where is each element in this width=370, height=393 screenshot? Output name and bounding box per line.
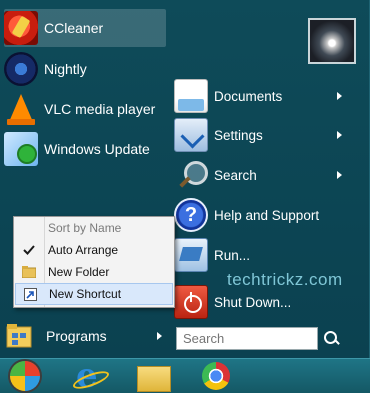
ccleaner-icon — [4, 11, 38, 45]
file-explorer-icon[interactable] — [134, 360, 174, 393]
run-icon — [174, 238, 208, 272]
chevron-right-icon — [337, 171, 342, 179]
menu-item-settings[interactable]: Settings — [174, 117, 366, 153]
pinned-item-nightly[interactable]: Nightly — [4, 50, 166, 88]
documents-icon — [174, 79, 208, 113]
context-menu: Sort by Name Auto Arrange New Folder New… — [13, 216, 175, 308]
menu-item-label: Settings — [214, 127, 263, 143]
menu-item-label: Run... — [214, 247, 251, 263]
menu-item-search[interactable]: Search — [174, 157, 366, 193]
context-menu-header-label: Sort by Name — [48, 221, 122, 235]
internet-explorer-icon[interactable] — [70, 356, 110, 393]
taskbar — [0, 356, 370, 393]
system-links-column: Documents Settings Search ? Help and Sup… — [170, 0, 370, 358]
nightly-icon — [4, 52, 38, 86]
programs-label: Programs — [46, 328, 107, 344]
context-item-label: New Folder — [48, 265, 110, 279]
programs-icon — [4, 321, 34, 351]
pinned-item-vlc[interactable]: VLC media player — [4, 90, 166, 128]
search-button[interactable] — [320, 327, 342, 350]
search-input[interactable] — [176, 327, 318, 350]
menu-item-documents[interactable]: Documents — [174, 78, 366, 114]
context-item-new-shortcut[interactable]: New Shortcut — [15, 283, 173, 305]
chevron-right-icon — [337, 92, 342, 100]
start-orb-icon[interactable] — [4, 360, 44, 393]
help-icon: ? — [174, 198, 208, 232]
menu-item-label: Documents — [214, 88, 283, 104]
context-item-label: Auto Arrange — [48, 243, 119, 257]
context-item-new-folder[interactable]: New Folder — [14, 261, 174, 283]
menu-item-run[interactable]: Run... — [174, 237, 366, 273]
pinned-item-ccleaner[interactable]: CCleaner — [4, 9, 166, 47]
shortcut-icon — [16, 283, 45, 305]
checkmark-icon — [14, 239, 44, 261]
watermark-text: techtrickz.com — [227, 270, 343, 289]
pinned-item-windows-update[interactable]: Windows Update — [4, 130, 166, 168]
context-item-label: New Shortcut — [49, 287, 122, 301]
pinned-item-label: Nightly — [44, 61, 87, 77]
search-icon — [174, 158, 208, 192]
folder-icon — [14, 261, 44, 283]
programs-menu-item[interactable]: Programs — [4, 318, 166, 354]
settings-icon — [174, 118, 208, 152]
start-menu: CCleaner Nightly VLC media player Window… — [0, 0, 370, 358]
chevron-right-icon — [337, 131, 342, 139]
context-item-auto-arrange[interactable]: Auto Arrange — [14, 239, 174, 261]
user-avatar[interactable] — [308, 18, 356, 64]
context-menu-header[interactable]: Sort by Name — [14, 217, 174, 239]
vlc-icon — [4, 92, 38, 126]
pinned-item-label: VLC media player — [44, 101, 156, 117]
menu-item-help[interactable]: ? Help and Support — [174, 197, 366, 233]
pinned-item-label: Windows Update — [44, 141, 150, 157]
chevron-right-icon — [157, 332, 162, 340]
shutdown-icon — [174, 285, 208, 319]
menu-item-label: Shut Down... — [214, 294, 292, 310]
chrome-icon[interactable] — [198, 360, 238, 393]
windows-update-icon — [4, 132, 38, 166]
menu-item-label: Search — [214, 167, 257, 183]
menu-item-label: Help and Support — [214, 207, 320, 223]
pinned-item-label: CCleaner — [44, 20, 104, 36]
